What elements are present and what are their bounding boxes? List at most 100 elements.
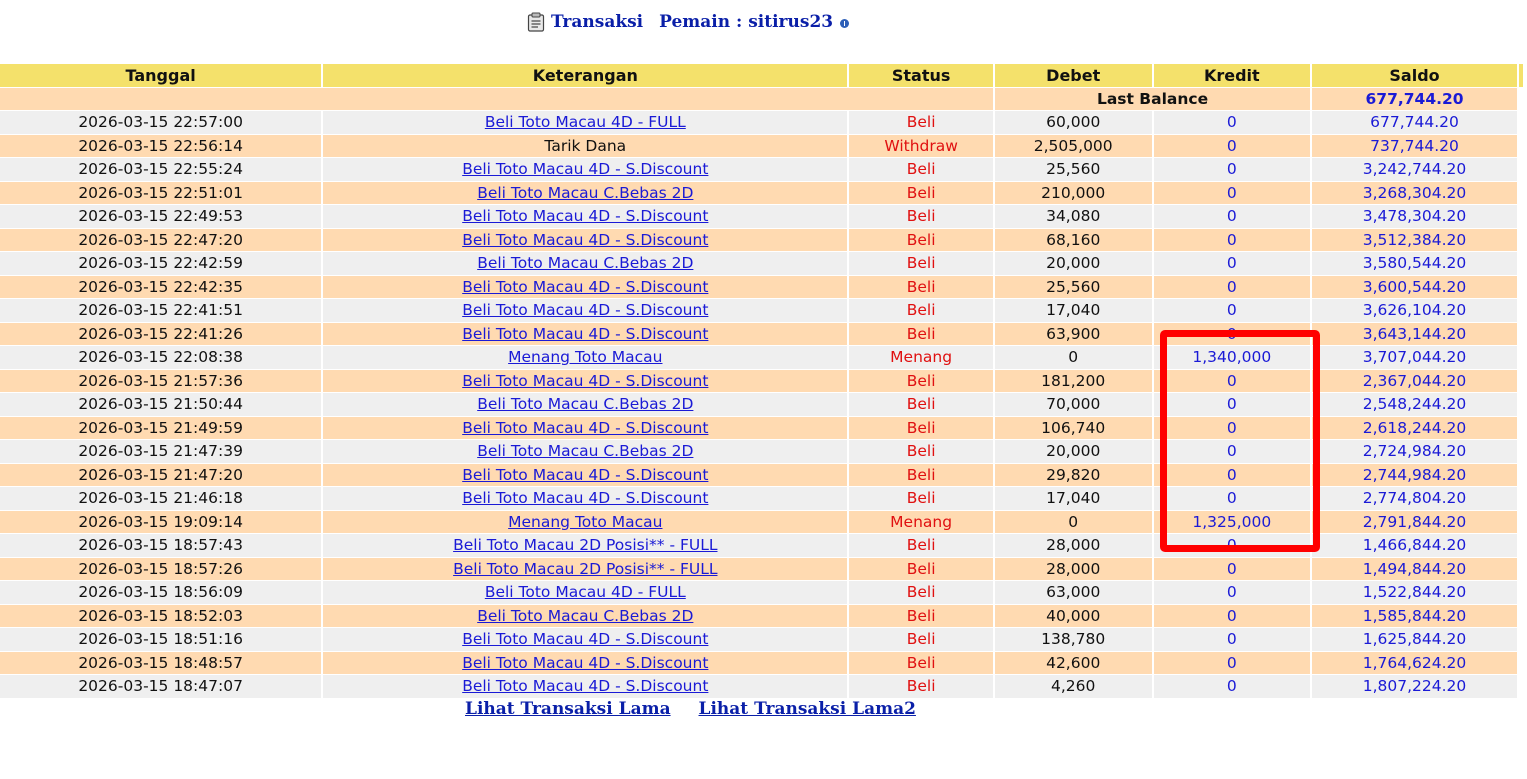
date-cell: 2026-03-15 21:57:36 bbox=[0, 369, 322, 392]
saldo-cell: 2,774,804.20 bbox=[1312, 487, 1517, 510]
kredit-cell: 0 bbox=[1153, 134, 1311, 157]
description-link[interactable]: Beli Toto Macau 4D - FULL bbox=[485, 583, 686, 601]
info-icon[interactable] bbox=[840, 19, 850, 28]
debet-cell: 70,000 bbox=[994, 393, 1152, 416]
date-cell: 2026-03-15 18:57:26 bbox=[0, 557, 322, 580]
description-link[interactable]: Beli Toto Macau 4D - S.Discount bbox=[462, 207, 708, 225]
description-link[interactable]: Beli Toto Macau 4D - S.Discount bbox=[462, 278, 708, 296]
kredit-cell: 0 bbox=[1153, 557, 1311, 580]
date-cell: 2026-03-15 18:47:07 bbox=[0, 675, 322, 698]
table-row: 2026-03-15 18:48:57 Beli Toto Macau 4D - … bbox=[0, 651, 1523, 674]
description-cell: Beli Toto Macau C.Bebas 2D bbox=[323, 440, 848, 463]
col-debet: Debet bbox=[994, 64, 1152, 87]
col-tanggal: Tanggal bbox=[0, 64, 322, 87]
debet-cell: 0 bbox=[994, 346, 1152, 369]
page-title: Transaksi Pemain : sitirus23 bbox=[527, 8, 850, 36]
description-link[interactable]: Beli Toto Macau 4D - S.Discount bbox=[462, 231, 708, 249]
date-cell: 2026-03-15 21:49:59 bbox=[0, 416, 322, 439]
saldo-cell: 2,744,984.20 bbox=[1312, 463, 1517, 486]
description-link[interactable]: Beli Toto Macau 4D - S.Discount bbox=[462, 466, 708, 484]
status-cell: Menang bbox=[849, 510, 993, 533]
footer-links: Lihat Transaksi Lama Lihat Transaksi Lam… bbox=[465, 699, 938, 719]
status-cell: Beli bbox=[849, 463, 993, 486]
description-link[interactable]: Beli Toto Macau 4D - S.Discount bbox=[462, 677, 708, 695]
description-link[interactable]: Beli Toto Macau 4D - S.Discount bbox=[462, 160, 708, 178]
table-row: 2026-03-15 21:50:44 Beli Toto Macau C.Beb… bbox=[0, 393, 1523, 416]
date-cell: 2026-03-15 22:49:53 bbox=[0, 205, 322, 228]
debet-cell: 34,080 bbox=[994, 205, 1152, 228]
description-link[interactable]: Menang Toto Macau bbox=[508, 348, 662, 366]
description-cell: Beli Toto Macau 4D - S.Discount bbox=[323, 205, 848, 228]
saldo-cell: 2,724,984.20 bbox=[1312, 440, 1517, 463]
description-link[interactable]: Beli Toto Macau 4D - S.Discount bbox=[462, 489, 708, 507]
description-cell: Beli Toto Macau 4D - S.Discount bbox=[323, 651, 848, 674]
status-cell: Beli bbox=[849, 628, 993, 651]
description-cell: Beli Toto Macau 4D - FULL bbox=[323, 581, 848, 604]
kredit-cell: 0 bbox=[1153, 534, 1311, 557]
date-cell: 2026-03-15 21:46:18 bbox=[0, 487, 322, 510]
saldo-cell: 1,466,844.20 bbox=[1312, 534, 1517, 557]
description-text: Tarik Dana bbox=[544, 136, 627, 155]
description-link[interactable]: Beli Toto Macau 4D - S.Discount bbox=[462, 654, 708, 672]
description-link[interactable]: Beli Toto Macau 4D - S.Discount bbox=[462, 325, 708, 343]
table-row: 2026-03-15 22:56:14 Tarik Dana Withdraw 2,5… bbox=[0, 134, 1523, 157]
table-row: 2026-03-15 22:41:26 Beli Toto Macau 4D - … bbox=[0, 322, 1523, 345]
description-link[interactable]: Beli Toto Macau 4D - S.Discount bbox=[462, 419, 708, 437]
date-cell: 2026-03-15 18:56:09 bbox=[0, 581, 322, 604]
description-link[interactable]: Beli Toto Macau 4D - FULL bbox=[485, 113, 686, 131]
status-cell: Beli bbox=[849, 158, 993, 181]
saldo-cell: 3,626,104.20 bbox=[1312, 299, 1517, 322]
description-link[interactable]: Beli Toto Macau 2D Posisi** - FULL bbox=[453, 560, 717, 578]
status-cell: Beli bbox=[849, 557, 993, 580]
description-link[interactable]: Beli Toto Macau C.Bebas 2D bbox=[477, 607, 693, 625]
status-cell: Beli bbox=[849, 675, 993, 698]
description-cell: Beli Toto Macau C.Bebas 2D bbox=[323, 252, 848, 275]
status-cell: Beli bbox=[849, 581, 993, 604]
status-cell: Beli bbox=[849, 322, 993, 345]
table-row: 2026-03-15 22:08:38 Menang Toto Macau Mena… bbox=[0, 346, 1523, 369]
saldo-cell: 2,367,044.20 bbox=[1312, 369, 1517, 392]
saldo-cell: 3,268,304.20 bbox=[1312, 181, 1517, 204]
kredit-cell: 0 bbox=[1153, 675, 1311, 698]
description-cell: Beli Toto Macau 2D Posisi** - FULL bbox=[323, 557, 848, 580]
description-link[interactable]: Beli Toto Macau 4D - S.Discount bbox=[462, 372, 708, 390]
description-link[interactable]: Beli Toto Macau 2D Posisi** - FULL bbox=[453, 536, 717, 554]
kredit-cell: 0 bbox=[1153, 604, 1311, 627]
col-status: Status bbox=[849, 64, 993, 87]
description-link[interactable]: Beli Toto Macau C.Bebas 2D bbox=[477, 442, 693, 460]
table-row: 2026-03-15 18:56:09 Beli Toto Macau 4D - … bbox=[0, 581, 1523, 604]
table-row: 2026-03-15 22:55:24 Beli Toto Macau 4D - … bbox=[0, 158, 1523, 181]
description-cell: Beli Toto Macau 4D - S.Discount bbox=[323, 675, 848, 698]
description-link[interactable]: Menang Toto Macau bbox=[508, 513, 662, 531]
kredit-cell: 0 bbox=[1153, 299, 1311, 322]
kredit-cell: 0 bbox=[1153, 487, 1311, 510]
table-row: 2026-03-15 22:41:51 Beli Toto Macau 4D - … bbox=[0, 299, 1523, 322]
debet-cell: 20,000 bbox=[994, 440, 1152, 463]
description-cell: Menang Toto Macau bbox=[323, 510, 848, 533]
description-link[interactable]: Beli Toto Macau C.Bebas 2D bbox=[477, 395, 693, 413]
debet-cell: 2,505,000 bbox=[994, 134, 1152, 157]
status-cell: Beli bbox=[849, 369, 993, 392]
status-cell: Withdraw bbox=[849, 134, 993, 157]
description-cell: Beli Toto Macau 2D Posisi** - FULL bbox=[323, 534, 848, 557]
status-cell: Beli bbox=[849, 228, 993, 251]
status-cell: Beli bbox=[849, 275, 993, 298]
view-old-transactions2-link[interactable]: Lihat Transaksi Lama2 bbox=[699, 699, 916, 719]
kredit-cell: 0 bbox=[1153, 158, 1311, 181]
player-label: Pemain : sitirus23 bbox=[659, 12, 834, 32]
description-link[interactable]: Beli Toto Macau 4D - S.Discount bbox=[462, 301, 708, 319]
date-cell: 2026-03-15 22:57:00 bbox=[0, 111, 322, 134]
kredit-cell: 0 bbox=[1153, 228, 1311, 251]
description-link[interactable]: Beli Toto Macau 4D - S.Discount bbox=[462, 630, 708, 648]
description-link[interactable]: Beli Toto Macau C.Bebas 2D bbox=[477, 184, 693, 202]
saldo-cell: 3,580,544.20 bbox=[1312, 252, 1517, 275]
view-old-transactions-link[interactable]: Lihat Transaksi Lama bbox=[465, 699, 671, 719]
date-cell: 2026-03-15 22:41:51 bbox=[0, 299, 322, 322]
description-link[interactable]: Beli Toto Macau C.Bebas 2D bbox=[477, 254, 693, 272]
col-keterangan: Keterangan bbox=[323, 64, 848, 87]
table-row: 2026-03-15 19:09:14 Menang Toto Macau Mena… bbox=[0, 510, 1523, 533]
saldo-cell: 2,548,244.20 bbox=[1312, 393, 1517, 416]
saldo-cell: 3,242,744.20 bbox=[1312, 158, 1517, 181]
description-cell: Beli Toto Macau 4D - S.Discount bbox=[323, 487, 848, 510]
debet-cell: 68,160 bbox=[994, 228, 1152, 251]
